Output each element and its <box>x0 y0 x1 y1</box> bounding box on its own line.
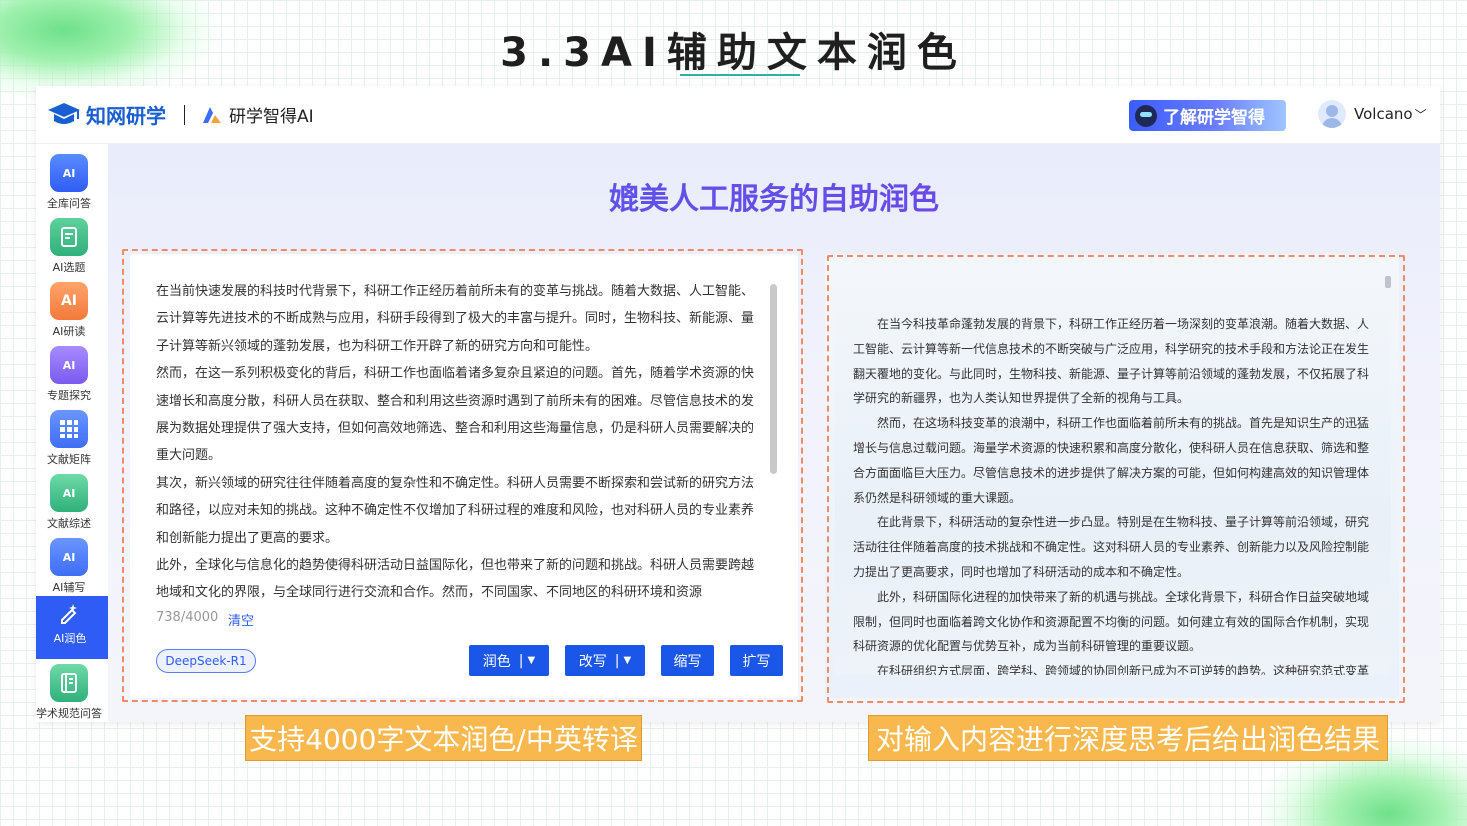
book-icon <box>50 664 88 702</box>
sidebar-item-label: AI研读 <box>52 325 86 338</box>
title-underline <box>680 74 800 76</box>
caption-right: 对输入内容进行深度思考后给出润色结果 <box>868 715 1388 761</box>
sidebar-item-label: 学术规范问答 <box>36 707 102 720</box>
robot-icon <box>1135 104 1157 127</box>
pen-sparkle-icon <box>50 596 88 630</box>
sidebar-item-topic[interactable]: AI选题 <box>36 218 102 275</box>
avatar <box>1318 100 1346 128</box>
sidebar: AI 全库问答 AI选题 AI AI研读 AI 专题探究 文献矩阵 AI 文献综… <box>36 144 122 722</box>
username: Volcano <box>1354 105 1413 123</box>
sidebar-item-norms[interactable]: 学术规范问答 <box>36 664 102 721</box>
top-bar: 知网研学 研学智得AI 了解研学智得 Volcano ﹀ <box>36 86 1440 144</box>
doc-check-icon <box>50 218 88 256</box>
highlight-frame-left <box>122 249 803 702</box>
sidebar-item-write[interactable]: AI AI辅写 <box>36 538 102 595</box>
learn-more-button[interactable]: 了解研学智得 <box>1129 100 1286 131</box>
sidebar-item-label: 专题探究 <box>47 389 91 402</box>
main-content: 媲美人工服务的自助润色 在当前快速发展的科技时代背景下，科研工作正经历着前所未有… <box>108 144 1440 722</box>
sidebar-item-label: AI辅写 <box>52 581 86 594</box>
highlight-frame-right <box>827 255 1405 703</box>
user-menu[interactable]: Volcano ﹀ <box>1318 100 1427 128</box>
ai-read-icon: AI <box>50 282 88 320</box>
sidebar-item-label: 文献综述 <box>47 517 91 530</box>
grid-icon <box>50 410 88 448</box>
sidebar-item-matrix[interactable]: 文献矩阵 <box>36 410 102 467</box>
sidebar-item-label: AI润色 <box>53 632 87 645</box>
product-logo-icon <box>201 105 223 125</box>
chevron-down-icon: ﹀ <box>1414 107 1427 122</box>
learn-more-label: 了解研学智得 <box>1163 108 1265 128</box>
sidebar-item-label: 全库问答 <box>47 197 91 210</box>
ai-chat-icon: AI <box>50 154 88 192</box>
sidebar-item-label: AI选题 <box>52 261 86 274</box>
slide-title: 3.3AI辅助文本润色 <box>500 30 967 76</box>
divider <box>184 104 185 125</box>
sidebar-item-review[interactable]: AI 文献综述 <box>36 474 102 531</box>
cnki-logo-icon[interactable] <box>46 101 82 129</box>
write-ai-icon: AI <box>50 538 88 576</box>
brand-name[interactable]: 知网研学 <box>86 100 166 129</box>
sidebar-item-explore[interactable]: AI 专题探究 <box>36 346 102 403</box>
sidebar-item-qa[interactable]: AI 全库问答 <box>36 154 102 211</box>
caption-left: 支持4000字文本润色/中英转译 <box>245 715 642 761</box>
sidebar-item-label: 文献矩阵 <box>47 453 91 466</box>
page-title: 媲美人工服务的自助润色 <box>108 174 1440 218</box>
doc-ai-icon: AI <box>50 474 88 512</box>
sidebar-item-read[interactable]: AI AI研读 <box>36 282 102 339</box>
product-name[interactable]: 研学智得AI <box>229 102 314 127</box>
folder-ai-icon: AI <box>50 346 88 384</box>
app-window: 知网研学 研学智得AI 了解研学智得 Volcano ﹀ AI 全库问答 AI选… <box>36 86 1440 722</box>
